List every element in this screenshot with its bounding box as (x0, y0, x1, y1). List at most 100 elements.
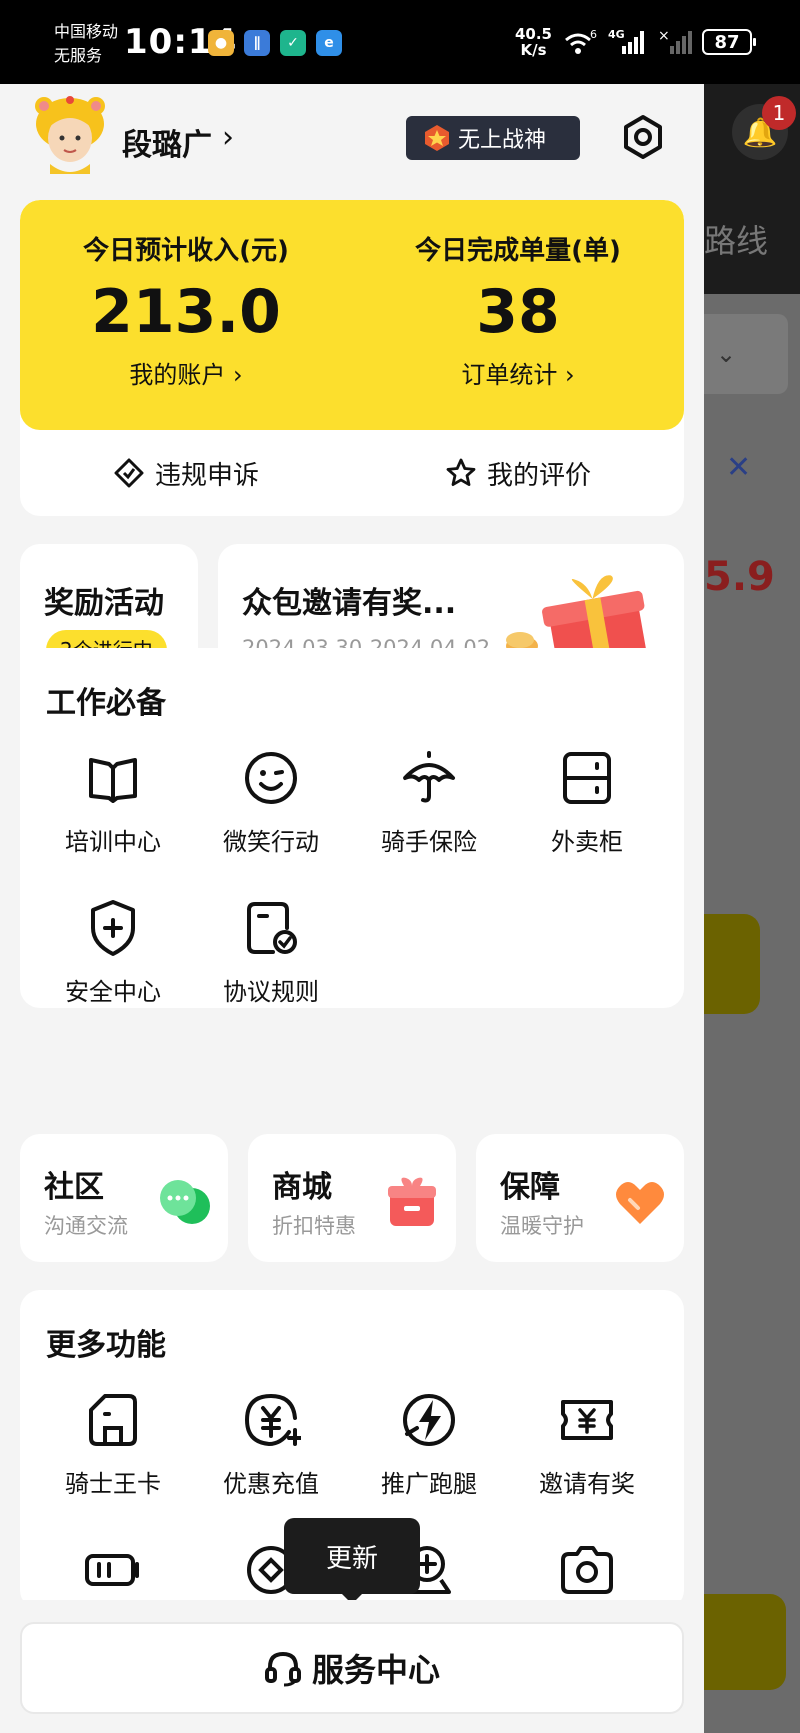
chat-bubbles-icon (160, 1180, 210, 1224)
heart-icon (616, 1182, 664, 1224)
earnings-card: 今日预计收入(元) 213.0 我的账户 › 今日完成单量(单) 38 订单统计… (20, 200, 684, 516)
income-value: 213.0 (91, 277, 281, 347)
income-column[interactable]: 今日预计收入(元) 213.0 我的账户 › (20, 230, 352, 390)
my-rating-button[interactable]: 我的评价 (352, 430, 684, 516)
chevron-right-icon[interactable]: › (222, 120, 234, 155)
rank-badge[interactable]: 无上战神 (406, 116, 580, 160)
grid-label: 优惠充值 (223, 1470, 319, 1498)
locker-icon (563, 752, 611, 804)
grid-item-knight-card[interactable]: 骑士王卡 (34, 1390, 192, 1540)
svg-text:6: 6 (590, 28, 597, 41)
gift-box-icon (388, 1177, 436, 1226)
grid-label: 骑士王卡 (65, 1470, 161, 1498)
shortcut-subtitle: 温暖守护 (500, 1214, 584, 1238)
app-icon: ∥ (244, 30, 270, 56)
grid-item-agreement-rules[interactable]: 协议规则 (192, 898, 350, 1048)
update-tooltip[interactable]: 更新 (284, 1518, 420, 1604)
profile-header: 段璐广 › 无上战神 (0, 84, 704, 194)
order-stats-link[interactable]: 订单统计 › (352, 355, 684, 390)
svg-text:4G: 4G (608, 28, 625, 41)
chevron-down-icon: ⌄ (716, 340, 737, 368)
route-text: 路线 (704, 222, 769, 260)
shortcut-title: 保障 (500, 1170, 560, 1205)
svg-text:×: × (658, 28, 670, 44)
grid-item-delivery-locker[interactable]: 外卖柜 (508, 748, 666, 898)
orders-value: 38 (476, 277, 560, 347)
wifi-icon: 6 (565, 28, 597, 54)
grid-item-smile-action[interactable]: 微笑行动 (192, 748, 350, 898)
earnings-actions: 违规申诉 我的评价 (20, 430, 684, 516)
reward-title: 奖励活动 (44, 586, 164, 621)
username[interactable]: 段璐广 (122, 120, 212, 164)
orders-label: 今日完成单量(单) (415, 236, 621, 266)
background-amount: 5.9 (704, 554, 775, 600)
work-essentials-section: 工作必备 培训中心 微笑行动 骑手保险 外卖柜 安全中心 协议规则 (20, 648, 684, 1008)
shortcut-title: 商城 (272, 1170, 332, 1205)
shortcut-community[interactable]: 社区 沟通交流 (20, 1134, 228, 1262)
background-card: ⌄ (704, 314, 788, 394)
close-icon: ✕ (726, 450, 752, 485)
shortcut-mall[interactable]: 商城 折扣特惠 (248, 1134, 456, 1262)
system-indicators: 40.5 K/s 6 4G × 87 (515, 26, 756, 58)
book-icon (89, 758, 137, 803)
section-title: 工作必备 (46, 686, 166, 721)
notification-icons: ● ∥ ✓ e (208, 30, 342, 56)
notification-badge: 1 (762, 96, 796, 130)
earnings-summary: 今日预计收入(元) 213.0 我的账户 › 今日完成单量(单) 38 订单统计… (20, 200, 684, 430)
shortcut-subtitle: 沟通交流 (44, 1214, 128, 1238)
appeal-label: 违规申诉 (154, 460, 259, 491)
avatar[interactable] (34, 94, 106, 174)
grid-label: 安全中心 (65, 978, 161, 1006)
grid-label: 培训中心 (65, 828, 161, 856)
income-label: 今日预计收入(元) (83, 236, 289, 266)
battery-icon (85, 1554, 139, 1586)
battery-indicator: 87 (702, 29, 756, 55)
no-signal-icon: × (658, 28, 692, 54)
side-drawer: 段璐广 › 无上战神 今日预计收入(元) 213.0 我的账户 › 今日完成单量… (0, 84, 704, 1733)
my-account-link[interactable]: 我的账户 › (20, 355, 352, 390)
shortcut-protection[interactable]: 保障 温暖守护 (476, 1134, 684, 1262)
camera-icon (561, 1546, 613, 1594)
battery-level: 87 (714, 31, 740, 53)
shield-icon (91, 900, 135, 956)
shield-app-icon: ✓ (280, 30, 306, 56)
star-icon (446, 458, 476, 486)
appeal-icon (114, 458, 144, 488)
rank-medal-icon (425, 125, 449, 151)
grid-item-safety-center[interactable]: 安全中心 (34, 898, 192, 1048)
service-center-bar: 服务中心 (0, 1600, 704, 1733)
headset-icon (264, 1651, 301, 1687)
agreement-icon (247, 902, 297, 954)
grid-label: 外卖柜 (551, 828, 623, 856)
speed-unit: K/s (520, 41, 547, 59)
grid-item-training-center[interactable]: 培训中心 (34, 748, 192, 898)
rating-label: 我的评价 (486, 460, 591, 491)
grid-label: 微笑行动 (223, 828, 319, 856)
network-speed: 40.5 K/s (515, 26, 552, 58)
yuan-recharge-icon (244, 1393, 301, 1447)
service-status: 无服务 (54, 46, 103, 65)
status-bar: 中国移动 无服务 10:14 ● ∥ ✓ e 40.5 K/s 6 4G × 8… (0, 0, 800, 84)
duck-app-icon: ● (208, 30, 234, 56)
browser-app-icon: e (316, 30, 342, 56)
carrier-name: 中国移动 (54, 22, 119, 41)
smile-icon (245, 752, 297, 804)
grid-label: 骑手保险 (381, 828, 477, 856)
settings-gear-icon[interactable] (620, 114, 666, 160)
background-app-overlay[interactable]: 🔔 1 路线 ⌄ ✕ 5.9 (704, 84, 800, 1733)
grid-item-invite-rewards[interactable]: 邀请有奖 (508, 1390, 666, 1540)
shortcut-title: 社区 (44, 1170, 104, 1205)
tooltip-text: 更新 (325, 1543, 378, 1574)
grid-item-rider-insurance[interactable]: 骑手保险 (350, 748, 508, 898)
umbrella-icon (403, 751, 455, 803)
violation-appeal-button[interactable]: 违规申诉 (20, 430, 352, 516)
shortcut-subtitle: 折扣特惠 (272, 1214, 356, 1238)
speed-value: 40.5 (514, 25, 552, 43)
background-yellow-button-bottom (704, 1594, 786, 1690)
carrier-info: 中国移动 无服务 (54, 20, 118, 68)
background-header: 🔔 1 路线 (704, 84, 800, 294)
ticket-yuan-icon (561, 1400, 613, 1440)
service-center-button[interactable]: 服务中心 (20, 1622, 684, 1714)
orders-column[interactable]: 今日完成单量(单) 38 订单统计 › (352, 230, 684, 390)
grid-label: 推广跑腿 (381, 1470, 477, 1498)
